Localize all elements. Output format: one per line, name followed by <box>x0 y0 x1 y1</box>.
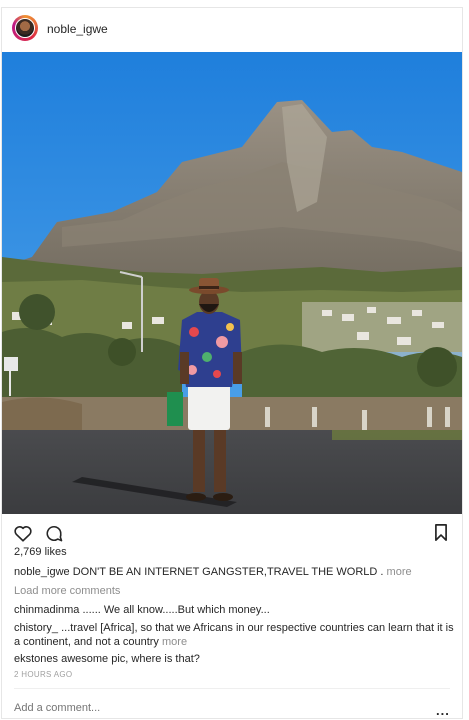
comment-item: ekstones awesome pic, where is that? <box>14 652 454 666</box>
caption-more-link[interactable]: more <box>387 566 412 578</box>
more-options-icon[interactable]: ... <box>436 703 450 718</box>
comment-item: chistory_ ...travel [Africa], so that we… <box>14 621 454 649</box>
post-caption: noble_igwe DON'T BE AN INTERNET GANGSTER… <box>14 566 454 578</box>
post-card: noble_igwe 2,769 likes noble_igwe DON'T … <box>1 7 463 719</box>
post-username[interactable]: noble_igwe <box>47 22 108 36</box>
divider <box>14 688 450 689</box>
comment-item: chinmadinma ...... We all know.....But w… <box>14 603 454 617</box>
post-actions <box>2 520 462 548</box>
comment-username[interactable]: ekstones <box>14 653 58 665</box>
caption-username[interactable]: noble_igwe <box>14 566 70 578</box>
comment-text: ...travel [Africa], so that we Africans … <box>14 622 454 648</box>
comment-icon[interactable] <box>44 524 64 543</box>
comment-username[interactable]: chinmadinma <box>14 604 79 616</box>
trash-bin <box>167 392 183 426</box>
post-header: noble_igwe <box>2 8 462 52</box>
likes-count[interactable]: 2,769 likes <box>14 546 67 558</box>
comment-username[interactable]: chistory_ <box>14 622 58 634</box>
load-more-comments-link[interactable]: Load more comments <box>14 585 120 597</box>
comment-more-link[interactable]: more <box>162 636 187 648</box>
post-timestamp[interactable]: 2 HOURS AGO <box>14 670 72 679</box>
caption-text: DON'T BE AN INTERNET GANGSTER,TRAVEL THE… <box>72 566 384 578</box>
comment-text: ...... We all know.....But which money..… <box>82 604 270 616</box>
heart-icon[interactable] <box>13 524 33 542</box>
comment-text: awesome pic, where is that? <box>61 653 200 665</box>
bookmark-icon[interactable] <box>434 524 448 541</box>
add-comment-input[interactable] <box>14 702 394 714</box>
post-photo[interactable] <box>2 52 462 514</box>
avatar[interactable] <box>12 15 38 41</box>
